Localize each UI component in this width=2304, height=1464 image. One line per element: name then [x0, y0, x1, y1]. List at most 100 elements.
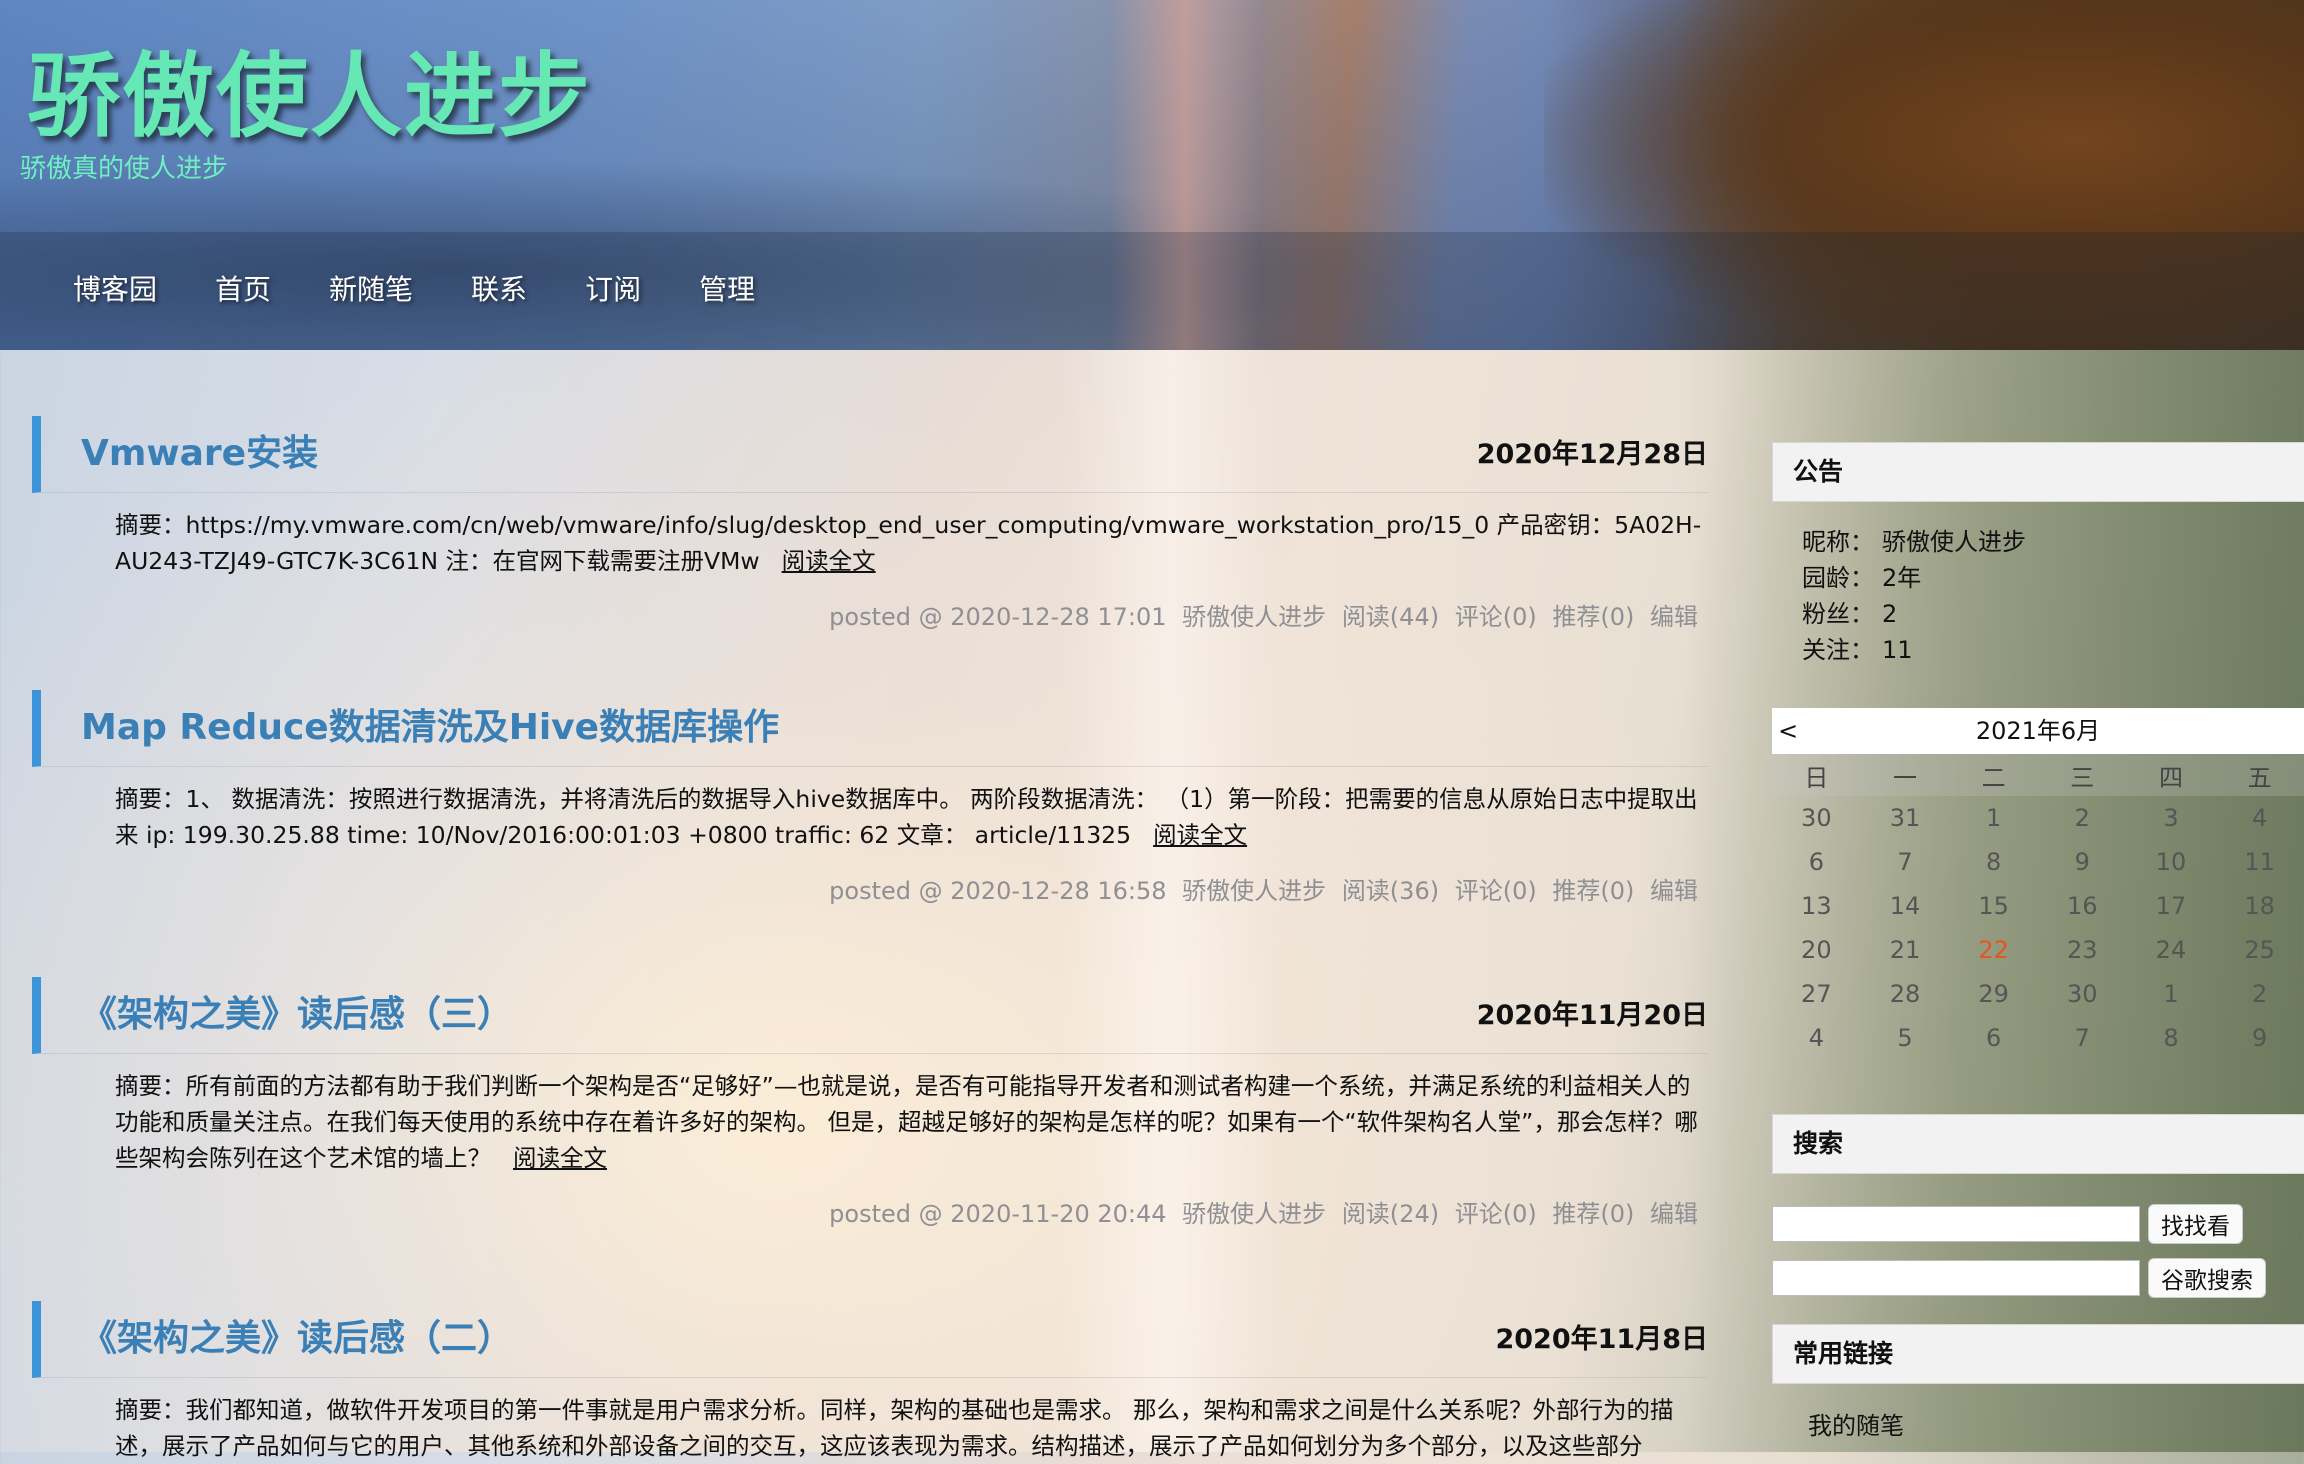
calendar-day[interactable]: 9	[2215, 1016, 2304, 1060]
post-title-link[interactable]: 《架构之美》读后感（二）	[81, 1301, 513, 1377]
summary-text: 摘要：所有前面的方法都有助于我们判断一个架构是否“足够好”—也就是说，是否有可能…	[115, 1072, 1698, 1172]
calendar-day[interactable]: 9	[2038, 840, 2127, 884]
read-count: 阅读(24)	[1341, 1200, 1440, 1228]
edit-link[interactable]: 编辑	[1650, 603, 1698, 631]
profile-followers: 粉丝： 2	[1802, 596, 2304, 632]
weekday: 三	[2037, 754, 2127, 796]
calendar-week: 13 14 15 16 17 18	[1772, 884, 2304, 928]
google-search-row: 谷歌搜索	[1772, 1258, 2304, 1298]
profile-following: 关注： 11	[1802, 632, 2304, 668]
calendar-day[interactable]: 28	[1861, 972, 1950, 1016]
post-title-link[interactable]: Map Reduce数据清洗及Hive数据库操作	[81, 690, 779, 766]
calendar-day[interactable]: 2	[2038, 796, 2127, 840]
nav-admin[interactable]: 管理	[699, 268, 755, 308]
edit-link[interactable]: 编辑	[1650, 877, 1698, 905]
calendar-day[interactable]: 20	[1772, 928, 1861, 972]
calendar-day[interactable]: 4	[2215, 796, 2304, 840]
author-link[interactable]: 骄傲使人进步	[1182, 877, 1326, 905]
site-search-button[interactable]: 找找看	[2148, 1204, 2243, 1244]
weekday: 五	[2215, 754, 2304, 796]
calendar-day[interactable]: 7	[1861, 840, 1950, 884]
post-summary: 摘要：https://my.vmware.com/cn/web/vmware/i…	[115, 507, 1705, 579]
post-item: 《架构之美》读后感（三） 2020年11月20日 摘要：所有前面的方法都有助于我…	[32, 977, 1708, 1229]
calendar-day[interactable]: 11	[2215, 840, 2304, 884]
calendar-day[interactable]: 17	[2127, 884, 2216, 928]
calendar-day[interactable]: 22	[1949, 928, 2038, 972]
profile-value-link[interactable]: 骄傲使人进步	[1882, 528, 2026, 556]
post-item: Map Reduce数据清洗及Hive数据库操作 摘要：1、 数据清洗：按照进行…	[32, 690, 1708, 906]
read-more-link[interactable]: 阅读全文	[513, 1144, 607, 1172]
calendar-day[interactable]: 7	[2038, 1016, 2127, 1060]
nav-subscribe[interactable]: 订阅	[585, 268, 641, 308]
comment-count-link[interactable]: 评论(0)	[1455, 603, 1537, 631]
calendar-day[interactable]: 25	[2215, 928, 2304, 972]
edit-link[interactable]: 编辑	[1650, 1200, 1698, 1228]
post-summary: 摘要：我们都知道，做软件开发项目的第一件事就是用户需求分析。同样，架构的基础也是…	[115, 1392, 1705, 1464]
post-title-link[interactable]: 《架构之美》读后感（三）	[81, 977, 513, 1053]
post-header: Vmware安装 2020年12月28日	[32, 416, 1708, 493]
post-item: Vmware安装 2020年12月28日 摘要：https://my.vmwar…	[32, 416, 1708, 632]
links-panel-title: 常用链接	[1772, 1324, 2304, 1384]
profile-value-link[interactable]: 2	[1882, 600, 1897, 628]
calendar-days: 30 31 1 2 3 4 6 7 8 9 10 11 13 14 15 16 17 18 20 21 22 23 24 25…	[1772, 796, 2304, 1060]
comment-count-link[interactable]: 评论(0)	[1455, 1200, 1537, 1228]
calendar-day[interactable]: 5	[1861, 1016, 1950, 1060]
calendar-day[interactable]: 30	[2038, 972, 2127, 1016]
read-more-link[interactable]: 阅读全文	[1153, 821, 1247, 849]
calendar-day[interactable]: 29	[1949, 972, 2038, 1016]
summary-text: 摘要：我们都知道，做软件开发项目的第一件事就是用户需求分析。同样，架构的基础也是…	[115, 1396, 1674, 1460]
posted-time: posted @ 2020-11-20 20:44	[829, 1200, 1167, 1228]
main-nav: 博客园 首页 新随笔 联系 订阅 管理	[73, 268, 813, 308]
weekday: 日	[1772, 754, 1861, 796]
google-search-input[interactable]	[1772, 1260, 2140, 1296]
calendar-day[interactable]: 18	[2215, 884, 2304, 928]
comment-count-link[interactable]: 评论(0)	[1455, 877, 1537, 905]
profile-info: 昵称： 骄傲使人进步 园龄： 2年 粉丝： 2 关注： 11	[1772, 502, 2304, 668]
calendar-day[interactable]: 3	[2127, 796, 2216, 840]
calendar-day[interactable]: 6	[1949, 1016, 2038, 1060]
calendar-day[interactable]: 27	[1772, 972, 1861, 1016]
google-search-button[interactable]: 谷歌搜索	[2148, 1258, 2266, 1298]
calendar-day[interactable]: 1	[2127, 972, 2216, 1016]
profile-value-link[interactable]: 2年	[1882, 564, 1921, 592]
site-title[interactable]: 骄傲使人进步	[28, 22, 592, 155]
calendar-day[interactable]: 13	[1772, 884, 1861, 928]
calendar-day[interactable]: 8	[1949, 840, 2038, 884]
nav-contact[interactable]: 联系	[471, 268, 527, 308]
author-link[interactable]: 骄傲使人进步	[1182, 1200, 1326, 1228]
calendar-day[interactable]: 2	[2215, 972, 2304, 1016]
calendar-day[interactable]: 1	[1949, 796, 2038, 840]
nav-home[interactable]: 首页	[215, 268, 271, 308]
author-link[interactable]: 骄傲使人进步	[1182, 603, 1326, 631]
calendar-month: 2021年6月	[1975, 717, 2101, 745]
nav-cnblogs[interactable]: 博客园	[73, 268, 157, 308]
calendar-day[interactable]: 14	[1861, 884, 1950, 928]
site-subtitle: 骄傲真的使人进步	[20, 154, 229, 184]
calendar-day[interactable]: 23	[2038, 928, 2127, 972]
calendar-day[interactable]: 6	[1772, 840, 1861, 884]
site-search-input[interactable]	[1772, 1206, 2140, 1242]
profile-value-link[interactable]: 11	[1882, 636, 1913, 664]
posted-time: posted @ 2020-12-28 17:01	[829, 603, 1167, 631]
post-header: 《架构之美》读后感（三） 2020年11月20日	[32, 977, 1708, 1054]
post-title-link[interactable]: Vmware安装	[81, 416, 318, 492]
read-more-link[interactable]: 阅读全文	[782, 547, 876, 575]
read-count: 阅读(44)	[1341, 603, 1440, 631]
nav-new-post[interactable]: 新随笔	[329, 268, 413, 308]
profile-label: 昵称：	[1802, 528, 1874, 556]
profile-label: 粉丝：	[1802, 600, 1874, 628]
recommend-count: 推荐(0)	[1552, 1200, 1635, 1228]
calendar-day[interactable]: 30	[1772, 796, 1861, 840]
calendar-day[interactable]: 21	[1861, 928, 1950, 972]
calendar-day[interactable]: 8	[2127, 1016, 2216, 1060]
calendar-day[interactable]: 4	[1772, 1016, 1861, 1060]
calendar-day[interactable]: 31	[1861, 796, 1950, 840]
calendar-day[interactable]: 24	[2127, 928, 2216, 972]
calendar-day[interactable]: 10	[2127, 840, 2216, 884]
read-count: 阅读(36)	[1341, 877, 1440, 905]
calendar-day[interactable]: 15	[1949, 884, 2038, 928]
profile-nickname: 昵称： 骄傲使人进步	[1802, 524, 2304, 560]
calendar-prev-button[interactable]: <	[1778, 708, 1798, 754]
link-my-posts[interactable]: 我的随笔	[1772, 1384, 2304, 1441]
calendar-day[interactable]: 16	[2038, 884, 2127, 928]
